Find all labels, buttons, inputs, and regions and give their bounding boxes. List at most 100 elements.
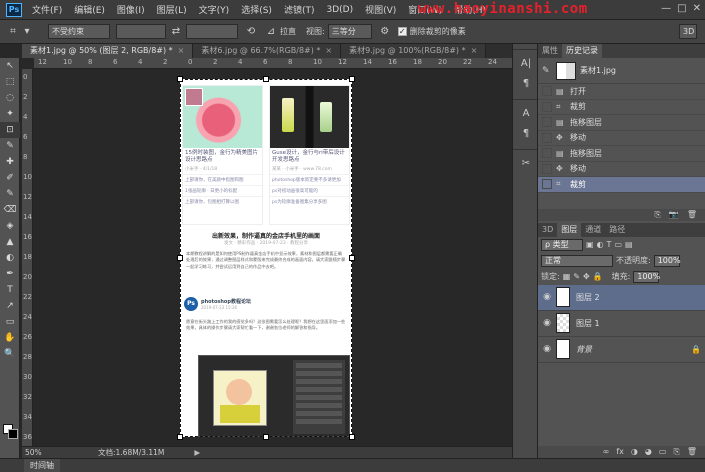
- tab-document-3[interactable]: 素材9.jpg @ 100%(RGB/8#) * ×: [341, 44, 487, 58]
- menu-select[interactable]: 选择(S): [235, 3, 278, 16]
- layer-kind-select[interactable]: ρ 类型: [541, 238, 583, 251]
- fill-input[interactable]: 100%: [633, 270, 660, 283]
- visibility-eye-icon[interactable]: ◉: [538, 292, 556, 302]
- settings-gear-icon[interactable]: ⚙: [378, 25, 392, 39]
- new-group-icon[interactable]: ▭: [659, 446, 667, 458]
- history-source-box[interactable]: [542, 179, 552, 190]
- crop-handle[interactable]: [177, 76, 183, 82]
- new-snapshot-icon[interactable]: 📷: [669, 209, 679, 221]
- shape-tool-icon[interactable]: ▭: [0, 314, 20, 330]
- blur-tool-icon[interactable]: ▲: [0, 234, 20, 250]
- layer-mask-icon[interactable]: ◑: [631, 446, 638, 458]
- paragraph-styles-icon[interactable]: ¶: [513, 124, 539, 144]
- crop-handle[interactable]: [177, 255, 183, 261]
- tool-presets-icon[interactable]: ✂: [513, 154, 539, 174]
- menu-filter[interactable]: 滤镜(T): [278, 3, 321, 16]
- magic-wand-tool-icon[interactable]: ✦: [0, 106, 20, 122]
- history-source-box[interactable]: [542, 148, 552, 159]
- blend-mode-select[interactable]: 正常: [541, 254, 613, 267]
- history-item[interactable]: ✥ 移动: [538, 162, 705, 177]
- lock-paint-icon[interactable]: ✎: [573, 272, 580, 281]
- background-color-swatch[interactable]: [8, 429, 18, 439]
- close-tab-icon[interactable]: ×: [471, 46, 478, 55]
- history-item[interactable]: ✥ 移动: [538, 131, 705, 146]
- history-source-box[interactable]: [542, 163, 552, 174]
- ratio-select[interactable]: 不受约束: [48, 24, 110, 39]
- menu-layer[interactable]: 图层(L): [151, 3, 193, 16]
- visibility-eye-icon[interactable]: ◉: [538, 344, 556, 354]
- tab-3d[interactable]: 3D: [538, 223, 557, 237]
- hand-tool-icon[interactable]: ✋: [0, 330, 20, 346]
- layer-row[interactable]: ◉ 背景 🔒: [538, 337, 705, 363]
- lasso-tool-icon[interactable]: ◌: [0, 90, 20, 106]
- opacity-input[interactable]: 100%: [653, 254, 681, 267]
- status-menu-arrow-icon[interactable]: ▶: [194, 448, 200, 457]
- lock-all-icon[interactable]: 🔒: [593, 272, 603, 281]
- eyedropper-tool-icon[interactable]: ✎: [0, 138, 20, 154]
- minimize-button[interactable]: —: [661, 3, 671, 14]
- type-tool-icon[interactable]: T: [0, 282, 20, 298]
- move-tool-icon[interactable]: ↖: [0, 58, 20, 74]
- swap-icon[interactable]: ⇄: [169, 25, 183, 39]
- crop-handle[interactable]: [349, 434, 355, 440]
- lock-move-icon[interactable]: ✥: [583, 272, 590, 281]
- timeline-tab[interactable]: 时间轴: [24, 459, 60, 472]
- visibility-eye-icon[interactable]: ◉: [538, 318, 556, 328]
- menu-type[interactable]: 文字(Y): [193, 3, 236, 16]
- crop-tool-icon[interactable]: ⊡: [0, 122, 20, 138]
- lock-transparent-icon[interactable]: ▦: [563, 272, 571, 281]
- filter-type-icon[interactable]: T: [607, 240, 612, 249]
- menu-image[interactable]: 图像(I): [111, 3, 151, 16]
- pen-tool-icon[interactable]: ✒: [0, 266, 20, 282]
- tab-properties[interactable]: 属性: [538, 44, 562, 58]
- history-item[interactable]: ⌗ 裁剪: [538, 100, 705, 115]
- filter-shape-icon[interactable]: ▭: [614, 240, 622, 249]
- delete-state-icon[interactable]: 🗑: [687, 209, 697, 221]
- tab-layers[interactable]: 图层: [557, 222, 582, 237]
- history-source-box[interactable]: [542, 86, 552, 97]
- filter-smart-icon[interactable]: ▤: [625, 240, 633, 249]
- marquee-tool-icon[interactable]: ⬚: [0, 74, 20, 90]
- brush-tool-icon[interactable]: ✐: [0, 170, 20, 186]
- crop-handle[interactable]: [177, 434, 183, 440]
- gradient-tool-icon[interactable]: ◈: [0, 218, 20, 234]
- filter-pixel-icon[interactable]: ▣: [586, 240, 594, 249]
- maximize-button[interactable]: □: [677, 3, 686, 14]
- path-select-tool-icon[interactable]: ↗: [0, 298, 20, 314]
- new-layer-icon[interactable]: ⎘: [673, 446, 679, 458]
- healing-tool-icon[interactable]: ✚: [0, 154, 20, 170]
- straighten-label[interactable]: 拉直: [280, 24, 296, 40]
- layer-row[interactable]: ◉ 图层 1: [538, 311, 705, 337]
- new-document-from-state-icon[interactable]: ⎘: [654, 209, 660, 221]
- crop-handle[interactable]: [349, 76, 355, 82]
- history-item[interactable]: ▤ 拖移图层: [538, 115, 705, 131]
- menu-3d[interactable]: 3D(D): [320, 5, 359, 15]
- crop-tool-icon[interactable]: ⌗: [6, 25, 20, 39]
- filter-adjust-icon[interactable]: ◐: [597, 240, 604, 249]
- link-layers-icon[interactable]: ∞: [603, 446, 610, 458]
- delete-cropped-checkbox[interactable]: ✓: [397, 27, 407, 36]
- tool-preset-dropdown-icon[interactable]: ▾: [20, 25, 34, 39]
- paragraph-panel-icon[interactable]: ¶: [513, 74, 539, 94]
- crop-handle[interactable]: [263, 434, 269, 440]
- view-select[interactable]: 三等分: [327, 24, 372, 39]
- close-tab-icon[interactable]: ×: [325, 46, 332, 55]
- layer-row[interactable]: ◉ 图层 2: [538, 284, 705, 311]
- dodge-tool-icon[interactable]: ◐: [0, 250, 20, 266]
- history-item[interactable]: ⌗ 裁剪: [538, 177, 705, 193]
- document-canvas[interactable]: 15例时装图，金行为精美图片设计思路点 小米手 · 4/1/18 上部请你，在美…: [180, 79, 352, 437]
- tab-channels[interactable]: 通道: [581, 223, 605, 237]
- layer-style-icon[interactable]: fx: [616, 446, 624, 458]
- zoom-level[interactable]: 50%: [22, 448, 58, 457]
- close-tab-icon[interactable]: ×: [178, 46, 185, 55]
- history-source-box[interactable]: [542, 101, 552, 112]
- menu-edit[interactable]: 编辑(E): [68, 3, 111, 16]
- history-item[interactable]: ▤ 拖移图层: [538, 146, 705, 162]
- menu-view[interactable]: 视图(V): [359, 3, 402, 16]
- character-panel-icon[interactable]: A|: [513, 54, 539, 74]
- history-item[interactable]: ▤ 打开: [538, 84, 705, 100]
- menu-file[interactable]: 文件(F): [26, 3, 68, 16]
- zoom-tool-icon[interactable]: 🔍: [0, 346, 20, 362]
- adjustment-layer-icon[interactable]: ◕: [645, 446, 652, 458]
- clone-stamp-tool-icon[interactable]: ✎: [0, 186, 20, 202]
